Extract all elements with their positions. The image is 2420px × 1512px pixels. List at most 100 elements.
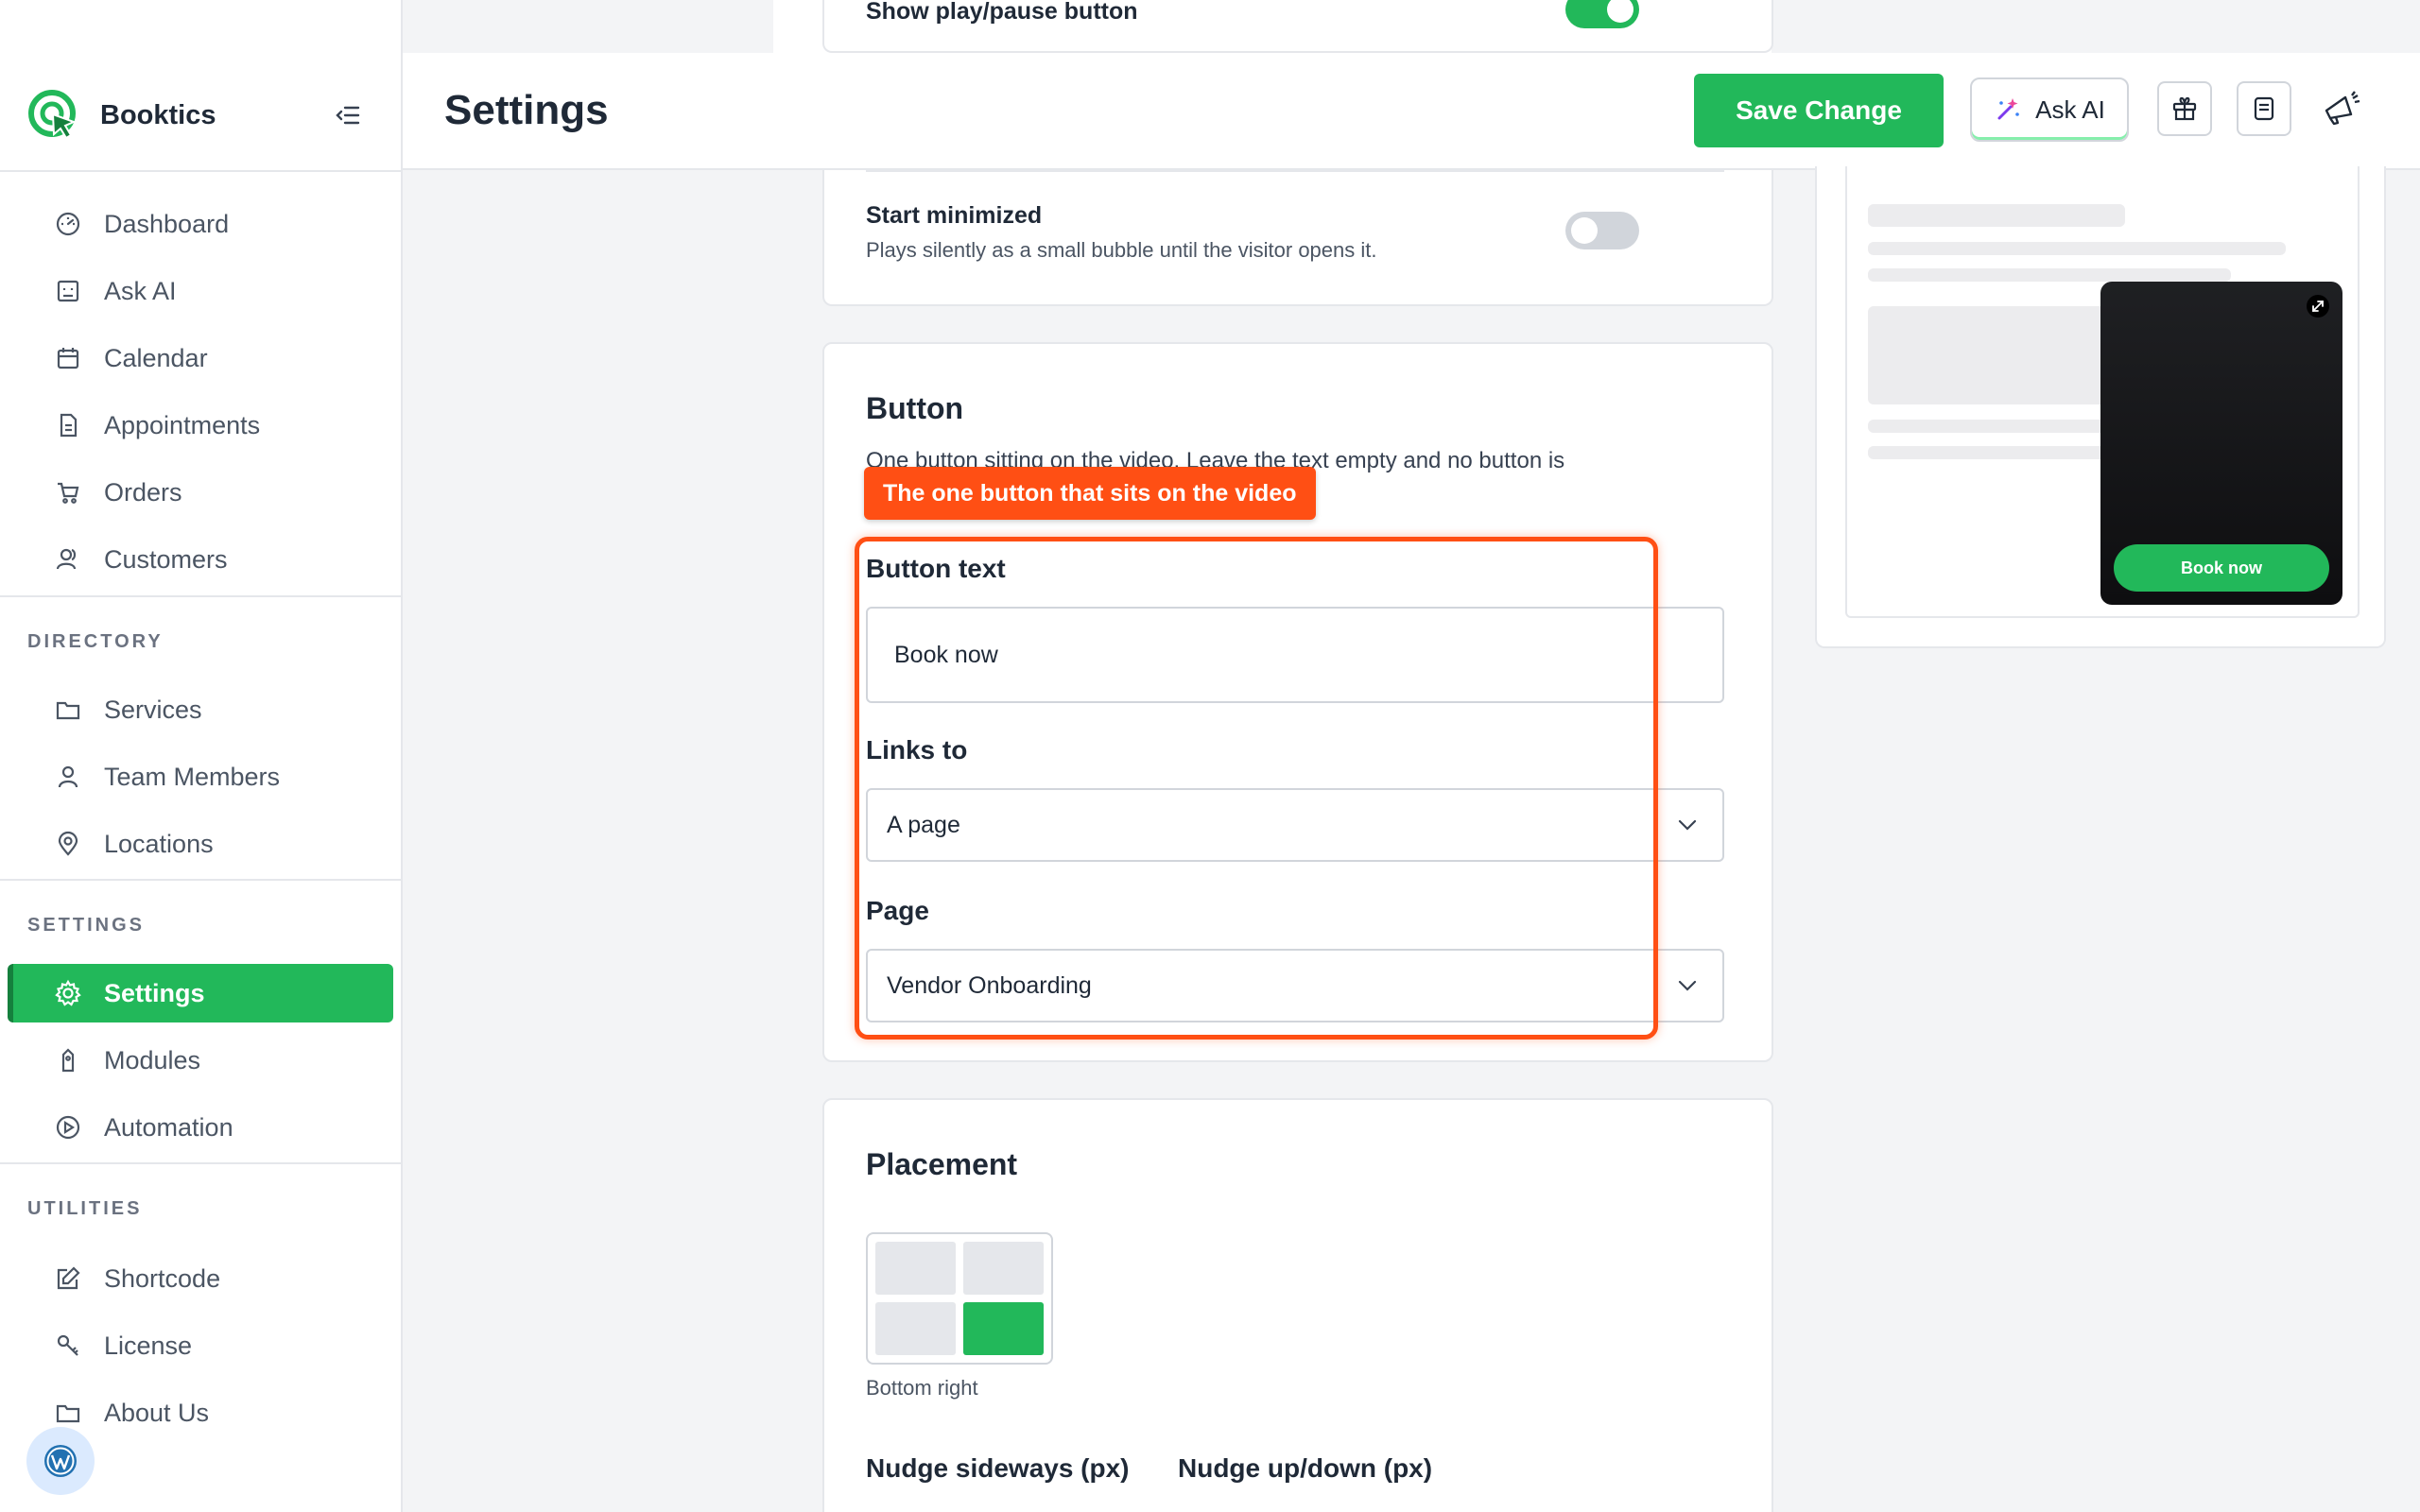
nudge-updown-label: Nudge up/down (px) xyxy=(1178,1453,1433,1483)
expand-icon[interactable] xyxy=(2307,295,2329,318)
sidebar-item-team-members[interactable]: Team Members xyxy=(8,747,393,806)
robot-icon xyxy=(53,276,83,306)
brand[interactable]: Booktics xyxy=(26,89,216,142)
start-minimized-label: Start minimized xyxy=(866,202,1043,229)
preview-skeleton-line xyxy=(1868,242,2286,255)
row-divider xyxy=(866,170,1724,172)
preview-skeleton-line xyxy=(1868,446,2114,459)
sidebar-item-locations[interactable]: Locations xyxy=(8,815,393,873)
top-header: Settings Save Change Ask AI xyxy=(403,53,2420,170)
sidebar-item-label: Appointments xyxy=(104,410,261,439)
sidebar-item-label: Automation xyxy=(104,1112,233,1142)
key-icon xyxy=(53,1331,83,1361)
show-play-pause-label: Show play/pause button xyxy=(866,0,1138,25)
sidebar-item-settings[interactable]: Settings xyxy=(8,964,393,1022)
sidebar-item-calendar[interactable]: Calendar xyxy=(8,329,393,387)
start-minimized-description: Plays silently as a small bubble until t… xyxy=(866,238,1377,262)
users-icon xyxy=(53,544,83,575)
sidebar-item-ask-ai[interactable]: Ask AI xyxy=(8,262,393,320)
megaphone-icon[interactable] xyxy=(2314,81,2369,136)
sidebar-item-customers[interactable]: Customers xyxy=(8,530,393,589)
sidebar-item-label: Locations xyxy=(104,829,214,858)
sidebar-item-license[interactable]: License xyxy=(8,1316,393,1375)
brand-divider xyxy=(0,170,403,172)
sidebar-item-label: Settings xyxy=(104,978,205,1007)
folder-icon xyxy=(53,695,83,725)
gift-icon[interactable] xyxy=(2157,81,2212,136)
magic-wand-icon xyxy=(1997,98,2019,120)
toggle-knob xyxy=(1607,0,1634,23)
placement-section-title: Placement xyxy=(866,1147,1018,1181)
page-title: Settings xyxy=(444,87,609,133)
section-label-directory: DIRECTORY xyxy=(27,631,164,652)
sidebar-item-label: About Us xyxy=(104,1398,210,1427)
sidebar-divider xyxy=(0,595,403,597)
sidebar-divider xyxy=(0,879,403,881)
focus-highlight-box xyxy=(855,537,1658,1040)
placement-bottom-left[interactable] xyxy=(875,1302,956,1355)
section-label-utilities: UTILITIES xyxy=(27,1198,143,1219)
user-icon xyxy=(53,762,83,792)
sidebar-item-appointments[interactable]: Appointments xyxy=(8,396,393,455)
pin-icon xyxy=(53,829,83,859)
placement-selected-label: Bottom right xyxy=(866,1376,978,1400)
nudge-sideways-label: Nudge sideways (px) xyxy=(866,1453,1130,1483)
card-placement: Placement Bottom right Nudge sideways (p… xyxy=(822,1098,1773,1512)
sidebar-item-label: Shortcode xyxy=(104,1263,221,1293)
sidebar-collapse-icon[interactable] xyxy=(333,100,363,130)
chevron-down-icon xyxy=(1678,980,1697,991)
sidebar-divider xyxy=(0,1162,403,1164)
sidebar-item-services[interactable]: Services xyxy=(8,680,393,739)
button-section-title: Button xyxy=(866,391,964,425)
edit-icon xyxy=(53,1263,83,1294)
show-play-pause-toggle[interactable] xyxy=(1565,0,1639,28)
sidebar-item-label: Team Members xyxy=(104,762,281,791)
gauge-icon xyxy=(53,209,83,239)
sidebar-item-label: License xyxy=(104,1331,193,1360)
folder-icon xyxy=(53,1398,83,1428)
tag-icon xyxy=(53,1045,83,1075)
preview-skeleton-block xyxy=(1868,306,2114,404)
booktics-logo-icon xyxy=(28,90,77,140)
wordpress-icon[interactable] xyxy=(26,1427,95,1495)
calendar-icon xyxy=(53,343,83,373)
sidebar-item-label: Modules xyxy=(104,1045,201,1074)
notes-icon[interactable] xyxy=(2237,81,2291,136)
sidebar-item-modules[interactable]: Modules xyxy=(8,1031,393,1090)
card-video-options-top: Show play/pause button xyxy=(822,0,1773,53)
section-label-settings: SETTINGS xyxy=(27,915,146,936)
preview-video-bubble[interactable]: Book now xyxy=(2100,282,2342,605)
placement-grid xyxy=(866,1232,1053,1365)
sidebar-item-label: Orders xyxy=(104,477,182,507)
preview-skeleton-line xyxy=(1868,204,2125,227)
play-icon xyxy=(53,1112,83,1143)
document-icon xyxy=(53,410,83,440)
cart-icon xyxy=(53,477,83,507)
sidebar-item-automation[interactable]: Automation xyxy=(8,1098,393,1157)
sidebar-item-label: Calendar xyxy=(104,343,208,372)
save-change-button[interactable]: Save Change xyxy=(1694,74,1944,147)
start-minimized-toggle[interactable] xyxy=(1565,212,1639,249)
ask-ai-label: Ask AI xyxy=(2035,94,2105,124)
gear-icon xyxy=(53,978,83,1008)
card-video-options-bottom: Start minimized Plays silently as a smal… xyxy=(822,170,1773,306)
preview-cta-button[interactable]: Book now xyxy=(2114,544,2329,592)
sidebar: Booktics Dashboard Ask AI Calendar Appoi… xyxy=(0,0,403,1512)
preview-skeleton-line xyxy=(1868,420,2114,433)
ask-ai-button[interactable]: Ask AI xyxy=(1970,77,2129,142)
sidebar-item-shortcode[interactable]: Shortcode xyxy=(8,1249,393,1308)
sidebar-item-label: Ask AI xyxy=(104,276,177,305)
placement-top-left[interactable] xyxy=(875,1242,956,1295)
guide-tooltip: The one button that sits on the video xyxy=(864,467,1316,520)
sidebar-item-label: Dashboard xyxy=(104,209,230,238)
sidebar-item-orders[interactable]: Orders xyxy=(8,463,393,522)
brand-name: Booktics xyxy=(100,99,216,130)
placement-bottom-right[interactable] xyxy=(963,1302,1044,1355)
sidebar-item-dashboard[interactable]: Dashboard xyxy=(8,195,393,253)
preview-skeleton-line xyxy=(1868,268,2231,282)
chevron-down-icon xyxy=(1678,819,1697,831)
placement-top-right[interactable] xyxy=(963,1242,1044,1295)
toggle-knob xyxy=(1571,217,1598,244)
sidebar-item-label: Customers xyxy=(104,544,228,574)
sidebar-item-label: Services xyxy=(104,695,202,724)
